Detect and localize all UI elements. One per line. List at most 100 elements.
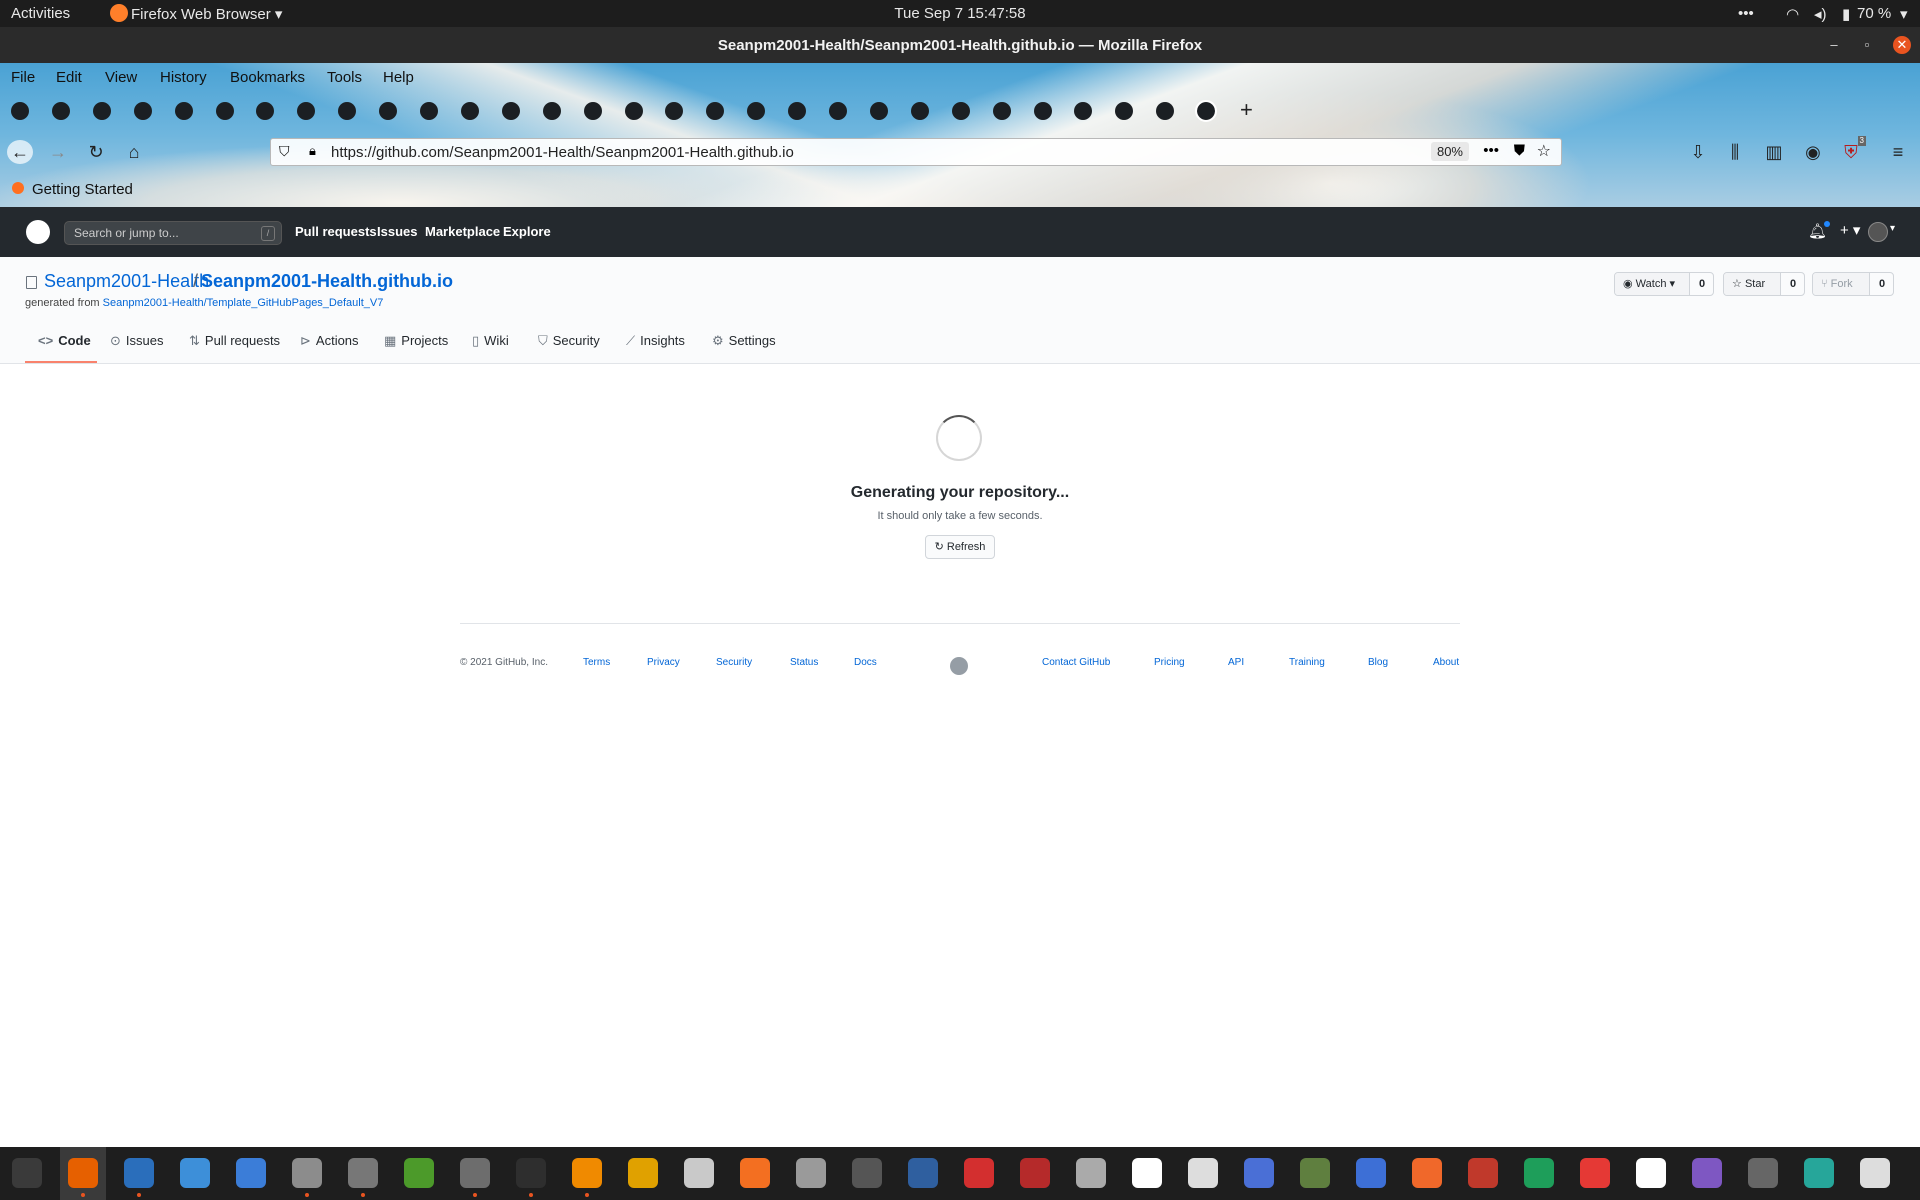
header-issues[interactable]: Issues bbox=[377, 224, 417, 239]
menu-history[interactable]: History bbox=[160, 69, 207, 86]
dock-app-icon[interactable] bbox=[1524, 1158, 1554, 1188]
dock-app-icon[interactable] bbox=[1804, 1158, 1834, 1188]
dock-app-icon[interactable] bbox=[1692, 1158, 1722, 1188]
close-icon[interactable]: ✕ bbox=[1893, 36, 1911, 54]
reload-icon[interactable]: ↻ bbox=[83, 140, 109, 164]
footer-training[interactable]: Training bbox=[1289, 657, 1325, 668]
browser-tab-icon[interactable] bbox=[869, 102, 888, 120]
repo-owner-link[interactable]: Seanpm2001-Health bbox=[44, 271, 209, 292]
create-new-icon[interactable]: + ▾ bbox=[1840, 221, 1860, 239]
browser-tab-icon[interactable] bbox=[1195, 100, 1218, 122]
dock-app-icon[interactable] bbox=[628, 1158, 658, 1188]
avatar-chevron-down-icon[interactable]: ▾ bbox=[1890, 223, 1895, 234]
footer-github-logo-icon[interactable] bbox=[950, 657, 968, 675]
browser-tab-icon[interactable] bbox=[624, 102, 643, 120]
dock-app-icon[interactable] bbox=[460, 1158, 490, 1188]
tab-actions[interactable]: ⊳ Actions bbox=[300, 333, 359, 349]
browser-tab-icon[interactable] bbox=[11, 102, 29, 120]
battery-icon[interactable]: ▮ bbox=[1842, 5, 1850, 23]
zoom-indicator[interactable]: 80% bbox=[1430, 142, 1469, 161]
dock-app-icon[interactable] bbox=[796, 1158, 826, 1188]
search-input[interactable]: Search or jump to... / bbox=[64, 221, 282, 245]
menu-view[interactable]: View bbox=[105, 69, 137, 86]
volume-icon[interactable]: ◂) bbox=[1814, 5, 1827, 23]
avatar[interactable] bbox=[1868, 222, 1888, 242]
browser-tab-icon[interactable] bbox=[1033, 102, 1052, 120]
browser-tab-icon[interactable] bbox=[338, 102, 357, 120]
tab-settings[interactable]: ⚙ Settings bbox=[712, 333, 776, 349]
url-bar[interactable]: ⛉ 🔒︎ https://github.com/Seanpm2001-Healt… bbox=[270, 138, 1562, 166]
star-button[interactable]: ☆ Star 0 bbox=[1723, 272, 1805, 296]
browser-tab-icon[interactable] bbox=[542, 102, 561, 120]
fork-count[interactable]: 0 bbox=[1871, 273, 1893, 295]
hamburger-menu-icon[interactable]: ≡ bbox=[1885, 140, 1911, 164]
browser-tab-icon[interactable] bbox=[788, 102, 807, 120]
dock-app-icon[interactable] bbox=[684, 1158, 714, 1188]
footer-api[interactable]: API bbox=[1228, 657, 1244, 668]
dock-app-icon[interactable] bbox=[404, 1158, 434, 1188]
tab-issues[interactable]: ⊙ Issues bbox=[110, 333, 163, 349]
dock-app-icon[interactable] bbox=[1860, 1158, 1890, 1188]
browser-tab-icon[interactable] bbox=[420, 102, 438, 120]
footer-terms[interactable]: Terms bbox=[583, 657, 610, 668]
refresh-button[interactable]: ↻ Refresh bbox=[925, 535, 995, 559]
browser-tab-icon[interactable] bbox=[256, 102, 275, 120]
app-menu[interactable]: Firefox Web Browser ▾ bbox=[131, 5, 282, 23]
browser-tab-icon[interactable] bbox=[1156, 102, 1175, 120]
browser-tab-icon[interactable] bbox=[133, 102, 152, 120]
bookmark-getting-started[interactable]: Getting Started bbox=[32, 181, 133, 198]
new-tab-icon[interactable]: + bbox=[1240, 97, 1253, 123]
minimize-icon[interactable]: – bbox=[1825, 36, 1843, 54]
clock[interactable]: Tue Sep 7 15:47:58 bbox=[0, 5, 1920, 22]
dock-app-icon[interactable] bbox=[908, 1158, 938, 1188]
account-icon[interactable]: ◉ bbox=[1800, 140, 1826, 164]
browser-tab-icon[interactable] bbox=[747, 102, 766, 120]
browser-tab-icon[interactable] bbox=[583, 102, 602, 120]
header-explore[interactable]: Explore bbox=[503, 224, 551, 239]
dock-app-icon[interactable] bbox=[1468, 1158, 1498, 1188]
browser-tab-icon[interactable] bbox=[51, 102, 70, 120]
dock-app-icon[interactable] bbox=[180, 1158, 210, 1188]
browser-tab-icon[interactable] bbox=[1074, 102, 1093, 120]
lock-icon[interactable]: 🔒︎ bbox=[309, 143, 316, 159]
browser-tab-icon[interactable] bbox=[215, 102, 234, 120]
dock-app-icon[interactable] bbox=[236, 1158, 266, 1188]
dock-app-icon[interactable] bbox=[1636, 1158, 1666, 1188]
browser-tab-icon[interactable] bbox=[174, 102, 193, 120]
maximize-icon[interactable]: ▫ bbox=[1858, 36, 1876, 54]
footer-privacy[interactable]: Privacy bbox=[647, 657, 680, 668]
dock-app-icon[interactable] bbox=[12, 1158, 42, 1188]
browser-tab-icon[interactable] bbox=[297, 102, 316, 120]
dock-app-icon[interactable] bbox=[1356, 1158, 1386, 1188]
dock-app-icon[interactable] bbox=[1748, 1158, 1778, 1188]
browser-tab-icon[interactable] bbox=[951, 102, 970, 120]
dock-app-icon[interactable] bbox=[1076, 1158, 1106, 1188]
shield-icon[interactable]: ⛉ bbox=[279, 143, 290, 160]
repo-name-link[interactable]: Seanpm2001-Health.github.io bbox=[201, 271, 453, 292]
browser-tab-icon[interactable] bbox=[992, 102, 1011, 120]
page-actions-icon[interactable]: ••• bbox=[1483, 142, 1499, 159]
dock-app-icon[interactable] bbox=[1020, 1158, 1050, 1188]
overflow-icon[interactable]: ••• bbox=[1738, 5, 1754, 22]
tab-wiki[interactable]: ▯ Wiki bbox=[472, 333, 509, 349]
menu-file[interactable]: File bbox=[11, 69, 35, 86]
header-marketplace[interactable]: Marketplace bbox=[425, 224, 500, 239]
forward-icon[interactable]: → bbox=[45, 140, 71, 164]
dock-app-icon[interactable] bbox=[68, 1158, 98, 1188]
browser-tab-icon[interactable] bbox=[92, 102, 111, 120]
dock-app-icon[interactable] bbox=[964, 1158, 994, 1188]
dock-app-icon[interactable] bbox=[516, 1158, 546, 1188]
tab-insights[interactable]: ⟋ Insights bbox=[626, 333, 685, 349]
watch-count[interactable]: 0 bbox=[1691, 273, 1713, 295]
dock-app-icon[interactable] bbox=[348, 1158, 378, 1188]
browser-tab-icon[interactable] bbox=[501, 102, 520, 120]
template-repo-link[interactable]: Seanpm2001-Health/Template_GitHubPages_D… bbox=[103, 297, 384, 309]
browser-tab-icon[interactable] bbox=[706, 102, 725, 120]
browser-tab-icon[interactable] bbox=[910, 102, 929, 120]
dock-app-icon[interactable] bbox=[740, 1158, 770, 1188]
dock-app-icon[interactable] bbox=[572, 1158, 602, 1188]
tab-security[interactable]: ⛉ Security bbox=[538, 333, 600, 349]
bookmark-star-icon[interactable]: ☆ bbox=[1537, 141, 1551, 161]
notifications-bell-icon[interactable]: 🔔︎ bbox=[1808, 221, 1831, 240]
footer-security[interactable]: Security bbox=[716, 657, 752, 668]
